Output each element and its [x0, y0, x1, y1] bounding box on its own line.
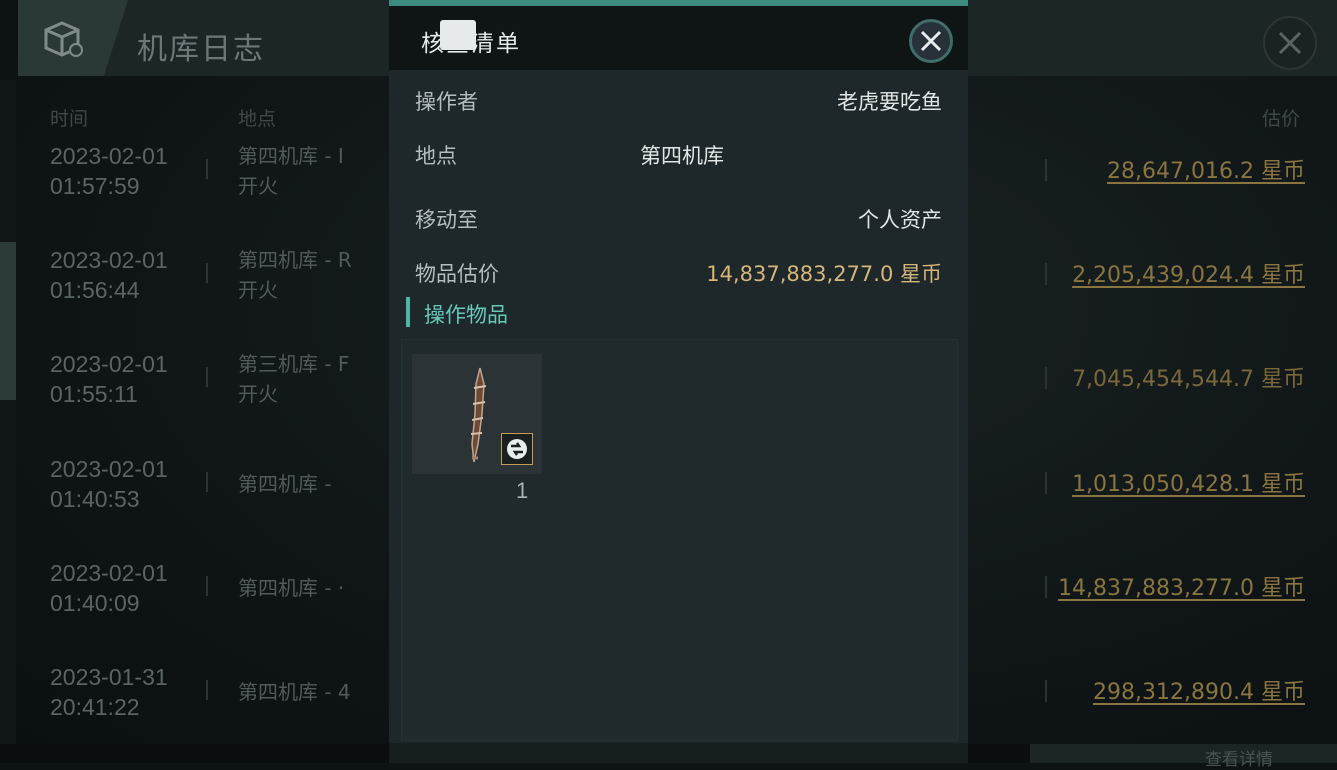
- page-title: 机库日志: [137, 32, 265, 67]
- item-swap-badge: [501, 433, 533, 465]
- left-side-tab[interactable]: [0, 242, 16, 400]
- row-time: 01:40:09: [50, 590, 140, 616]
- row-price-link[interactable]: 1,013,050,428.1 星币: [1072, 466, 1305, 498]
- modal-bottom-strip: [389, 743, 968, 763]
- row-location: 第四机库 - R: [238, 248, 352, 272]
- row-action: 开火: [238, 278, 278, 302]
- column-header-location: 地点: [238, 108, 277, 130]
- close-icon: [1278, 31, 1302, 55]
- item-card[interactable]: [412, 354, 542, 474]
- operator-value: 老虎要吃鱼: [837, 90, 942, 114]
- section-title: 操作物品: [424, 303, 508, 327]
- row-location: 第四机库 -: [238, 472, 332, 496]
- row-divider: [206, 159, 208, 179]
- row-divider: [206, 680, 208, 700]
- moved-to-value: 个人资产: [858, 208, 942, 232]
- swap-icon: [507, 439, 527, 459]
- estimate-label: 物品估价: [415, 262, 499, 286]
- row-divider: [1045, 680, 1047, 702]
- section-marker: [406, 297, 410, 327]
- page-close-button[interactable]: [1263, 16, 1317, 70]
- items-grid: 1: [401, 339, 958, 741]
- view-details-button[interactable]: [1030, 744, 1337, 763]
- location-label: 地点: [415, 144, 457, 168]
- row-price-link[interactable]: 28,647,016.2 星币: [1107, 153, 1305, 185]
- row-time: 01:40:53: [50, 486, 140, 512]
- row-price-link[interactable]: 298,312,890.4 星币: [1093, 674, 1305, 706]
- row-divider: [1045, 576, 1047, 598]
- row-date: 2023-02-01: [50, 143, 168, 169]
- row-price-link[interactable]: 7,045,454,544.7 星币: [1072, 361, 1305, 393]
- row-time: 01:56:44: [50, 277, 140, 303]
- row-divider: [206, 472, 208, 492]
- row-location: 第四机库 - 4: [238, 680, 351, 704]
- row-location: 第四机库 - I: [238, 144, 344, 168]
- view-details-label: 查看详情: [1205, 750, 1273, 770]
- row-divider: [1045, 367, 1047, 389]
- row-price-link[interactable]: 2,205,439,024.4 星币: [1072, 257, 1305, 289]
- row-location: 第三机库 - F: [238, 352, 350, 376]
- row-location: 第四机库 - ·: [238, 576, 345, 600]
- row-divider: [206, 263, 208, 283]
- row-action: 开火: [238, 382, 278, 406]
- row-time: 20:41:22: [50, 694, 140, 720]
- row-date: 2023-02-01: [50, 560, 168, 586]
- row-date: 2023-01-31: [50, 664, 168, 690]
- row-divider: [1045, 159, 1047, 181]
- row-divider: [206, 367, 208, 387]
- row-divider: [1045, 263, 1047, 285]
- checklist-modal: 核查清单 操作者 老虎要吃鱼 地点 第四机库 移动至 个人资产 物品估价 14,…: [389, 0, 968, 763]
- row-date: 2023-02-01: [50, 351, 168, 377]
- row-divider: [1045, 472, 1047, 494]
- row-divider: [206, 576, 208, 596]
- modal-close-button[interactable]: [909, 19, 953, 63]
- column-header-price: 估价: [1262, 108, 1301, 130]
- row-date: 2023-02-01: [50, 456, 168, 482]
- row-price-link[interactable]: 14,837,883,277.0 星币: [1058, 570, 1305, 602]
- item-quantity: 1: [516, 478, 529, 503]
- estimate-value: 14,837,883,277.0 星币: [706, 262, 942, 286]
- operator-label: 操作者: [415, 90, 478, 114]
- location-value: 第四机库: [640, 144, 724, 168]
- close-icon: [920, 30, 942, 52]
- row-action: 开火: [238, 174, 278, 198]
- row-time: 01:57:59: [50, 173, 140, 199]
- left-edge: [0, 80, 16, 760]
- hangar-box-icon: [44, 21, 83, 57]
- redaction-patch: [440, 20, 476, 50]
- row-date: 2023-02-01: [50, 247, 168, 273]
- column-header-time: 时间: [50, 108, 89, 130]
- row-time: 01:55:11: [50, 381, 138, 407]
- moved-to-label: 移动至: [415, 208, 478, 232]
- modal-header: 核查清单: [389, 6, 968, 70]
